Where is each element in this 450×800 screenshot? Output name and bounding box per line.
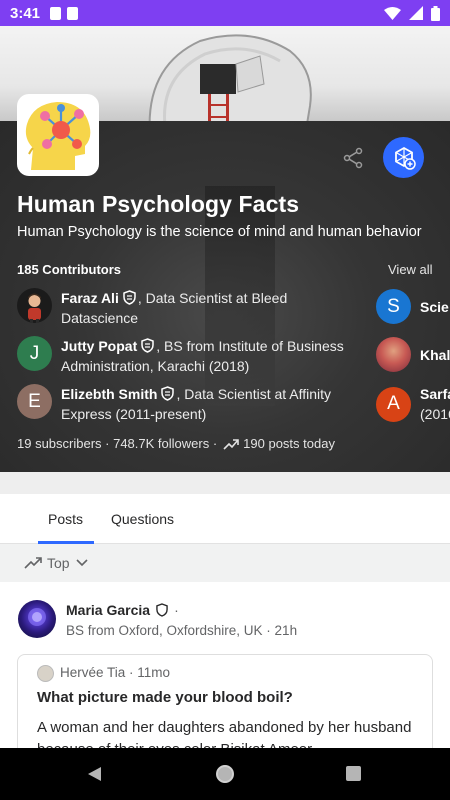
trending-icon <box>223 438 239 450</box>
view-all-contributors-link[interactable]: View all <box>388 262 433 277</box>
contributor-item[interactable]: Khali <box>376 337 450 372</box>
avatar: E <box>17 384 52 419</box>
contributor-name: Faraz Ali <box>61 290 119 306</box>
shield-badge-icon <box>161 386 175 401</box>
battery-icon <box>431 5 440 21</box>
followers-stats: 19 subscribers · 748.7K followers · <box>17 436 218 451</box>
wifi-icon <box>384 6 401 20</box>
topic-stats: 19 subscribers · 748.7K followers · 190 … <box>17 436 335 451</box>
sort-label: Top <box>47 555 70 571</box>
status-time: 3:41 <box>10 4 41 22</box>
contributor-item[interactable]: E Elizebth Smith, Data Scientist at Affi… <box>17 384 357 424</box>
contributor-item[interactable]: S Scie <box>376 289 449 324</box>
contributor-name: Elizebth Smith <box>61 386 158 402</box>
share-icon[interactable] <box>341 146 365 170</box>
author-avatar-image <box>28 608 46 626</box>
contributor-name: Sarfa <box>420 386 450 402</box>
post-author: Maria Garcia · <box>66 602 179 618</box>
avatar: A <box>376 386 411 422</box>
recent-apps-icon[interactable] <box>346 766 361 781</box>
shield-badge-icon <box>156 603 168 617</box>
avatar <box>376 337 411 372</box>
signal-icon <box>409 6 423 20</box>
separator-dot: · <box>174 602 179 618</box>
tab-questions[interactable]: Questions <box>111 511 174 527</box>
author-credential: BS from Oxford, Oxfordshire, UK · 21h <box>66 623 298 638</box>
trending-icon <box>24 557 42 569</box>
sim-card-icon <box>50 6 62 20</box>
topic-tabs: Posts Questions <box>0 494 450 544</box>
shield-badge-icon <box>141 338 154 353</box>
avatar <box>37 665 54 682</box>
contributor-item[interactable]: J Jutty Popat, BS from Institute of Busi… <box>17 336 357 376</box>
avatar: J <box>17 336 52 371</box>
shield-badge-icon <box>123 290 136 305</box>
follow-topic-button[interactable] <box>383 137 424 178</box>
avatar[interactable] <box>18 600 56 638</box>
sd-card-icon <box>67 6 79 20</box>
contributor-credential: (2016 <box>420 406 450 422</box>
contributors-count: 185 Contributors <box>17 262 122 277</box>
topic-title: Human Psychology Facts <box>17 191 300 217</box>
contributor-name: Scie <box>420 298 449 315</box>
contributor-name: Khali <box>420 346 450 363</box>
person-avatar-image <box>28 293 41 323</box>
status-bar: 3:41 <box>0 0 450 26</box>
section-divider <box>0 472 450 494</box>
contributor-name: Jutty Popat <box>61 338 138 354</box>
avatar <box>17 288 52 323</box>
author-name[interactable]: Maria Garcia <box>66 602 150 618</box>
back-icon[interactable] <box>86 766 102 782</box>
topic-description: Human Psychology is the science of mind … <box>17 224 422 240</box>
topic-avatar <box>17 94 99 176</box>
follow-topic-icon <box>394 146 416 170</box>
sort-dropdown[interactable]: Top <box>0 544 450 582</box>
chevron-down-icon <box>76 559 88 567</box>
post-card[interactable]: Maria Garcia · BS from Oxford, Oxfordshi… <box>0 582 450 764</box>
avatar: S <box>376 289 411 324</box>
head-molecule-icon <box>25 102 91 170</box>
home-icon[interactable] <box>216 765 234 783</box>
topic-header: Human Psychology Facts Human Psychology … <box>0 26 450 472</box>
system-nav-bar <box>0 748 450 800</box>
posts-today: 190 posts today <box>243 436 335 451</box>
tab-posts[interactable]: Posts <box>48 511 83 527</box>
contributor-item[interactable]: Faraz Ali, Data Scientist at Bleed Datas… <box>17 288 357 328</box>
question-title[interactable]: What picture made your blood boil? <box>37 689 293 706</box>
contributor-item[interactable]: A Sarfa (2016 <box>376 384 450 424</box>
quoted-author: Hervée Tia · 11mo <box>60 665 171 680</box>
